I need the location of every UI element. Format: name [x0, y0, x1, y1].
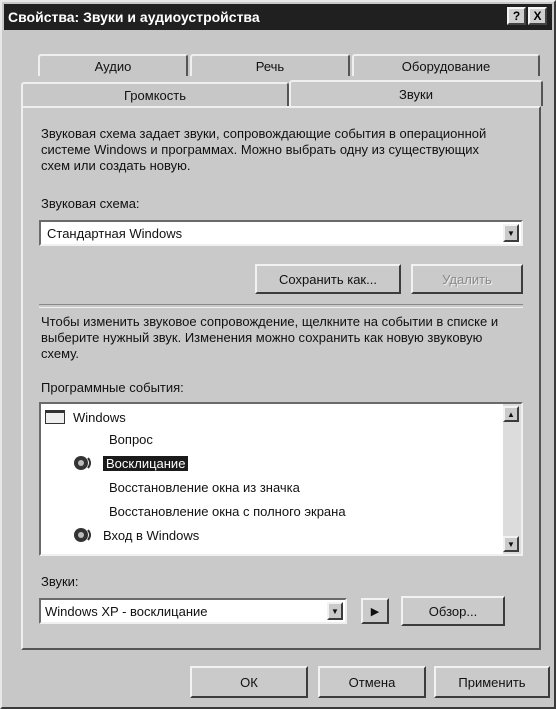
tab-hardware-label: Оборудование: [401, 58, 491, 74]
sound-select-value: Windows XP - восклицание: [45, 604, 208, 619]
event-label: Вопрос: [109, 431, 153, 447]
scheme-select-value: Стандартная Windows: [47, 226, 183, 241]
sound-properties-dialog: Свойства: Звуки и аудиоустройства ? X Ау…: [0, 0, 556, 709]
list-item[interactable]: Восстановление окна из значка: [109, 476, 300, 498]
event-label: Вход в Windows: [103, 527, 200, 543]
browse-button[interactable]: Обзор...: [401, 596, 505, 626]
events-help-text: Чтобы изменить звуковое сопровождение, щ…: [41, 314, 499, 361]
tab-hardware[interactable]: Оборудование: [352, 54, 540, 76]
scheme-select[interactable]: Стандартная Windows ▼: [39, 220, 523, 246]
event-label: Windows: [73, 409, 126, 425]
play-icon: ▶: [370, 605, 380, 618]
tab-speech-label: Речь: [255, 58, 285, 74]
close-button[interactable]: X: [528, 7, 547, 25]
folder-icon: [45, 410, 65, 424]
tab-volume[interactable]: Громкость: [21, 82, 289, 106]
sound-select[interactable]: Windows XP - восклицание ▼: [39, 598, 347, 624]
help-button[interactable]: ?: [507, 7, 526, 25]
chevron-down-icon[interactable]: ▼: [327, 602, 343, 620]
apply-button[interactable]: Применить: [434, 666, 550, 698]
events-scrollbar[interactable]: ▲ ▼: [503, 404, 521, 554]
tab-audio[interactable]: Аудио: [38, 54, 188, 76]
tab-audio-label: Аудио: [94, 58, 132, 74]
ok-button[interactable]: ОК: [190, 666, 308, 698]
list-item[interactable]: Восклицание: [71, 452, 189, 474]
sounds-tab-panel: Звуковая схема задает звуки, сопровождаю…: [21, 106, 541, 650]
event-label: Восстановление окна из значка: [109, 479, 300, 495]
list-item[interactable]: Вопрос: [109, 428, 153, 450]
tab-speech[interactable]: Речь: [190, 54, 350, 76]
save-as-button[interactable]: Сохранить как...: [255, 264, 401, 294]
events-list[interactable]: Windows Вопрос Восклицание Восстановлени…: [39, 402, 523, 556]
events-label: Программные события:: [41, 380, 184, 395]
scroll-down-icon[interactable]: ▼: [503, 536, 519, 552]
play-button[interactable]: ▶: [361, 598, 389, 624]
list-item[interactable]: Восстановление окна с полного экрана: [109, 500, 346, 522]
cancel-button[interactable]: Отмена: [318, 666, 426, 698]
title-bar[interactable]: Свойства: Звуки и аудиоустройства ? X: [4, 4, 552, 30]
separator: [39, 304, 523, 308]
list-item[interactable]: Вход в Windows: [71, 524, 199, 546]
scroll-up-icon[interactable]: ▲: [503, 406, 519, 422]
speaker-icon: [74, 456, 91, 470]
sounds-label: Звуки:: [41, 574, 79, 589]
event-label: Восклицание: [103, 455, 189, 471]
delete-button[interactable]: Удалить: [411, 264, 523, 294]
tab-sounds-label: Звуки: [399, 86, 433, 102]
scheme-label: Звуковая схема:: [41, 196, 140, 211]
scheme-intro-text: Звуковая схема задает звуки, сопровождаю…: [41, 126, 487, 173]
window-title: Свойства: Звуки и аудиоустройства: [8, 9, 260, 25]
chevron-down-icon[interactable]: ▼: [503, 224, 519, 242]
list-item[interactable]: Windows: [45, 406, 126, 428]
speaker-icon: [74, 528, 91, 542]
event-label: Восстановление окна с полного экрана: [109, 503, 346, 519]
tab-volume-label: Громкость: [124, 87, 186, 103]
tab-sounds[interactable]: Звуки: [289, 80, 543, 106]
